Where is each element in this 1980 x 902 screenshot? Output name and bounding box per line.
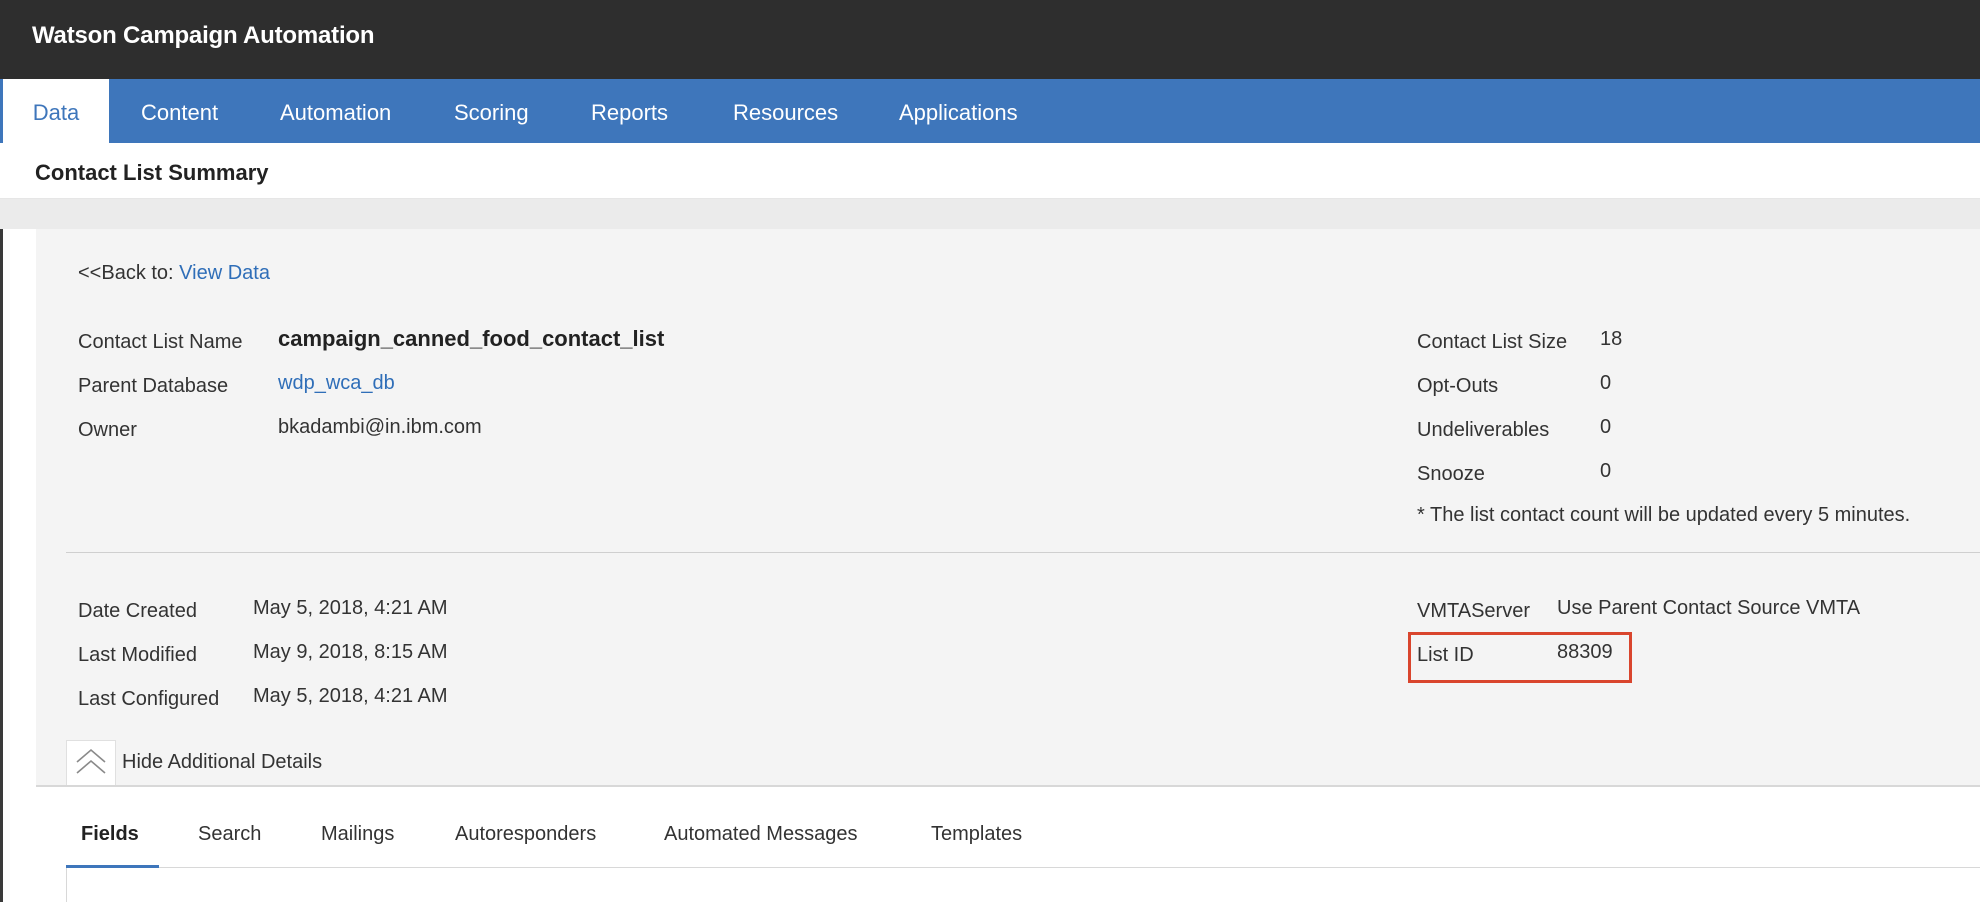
undeliverables-label: Undeliverables	[1417, 419, 1550, 441]
list-id-highlight	[1408, 632, 1632, 683]
last-configured-label: Last Configured	[78, 688, 220, 710]
list-size-value: 18	[1600, 328, 1623, 350]
breadcrumb: <<Back to: View Data	[78, 262, 270, 285]
nav-tab-content[interactable]: Content	[141, 79, 218, 143]
subtab-search[interactable]: Search	[198, 823, 261, 846]
last-modified-label: Last Modified	[78, 644, 197, 666]
undeliverables-value: 0	[1600, 416, 1612, 438]
app-header: Watson Campaign Automation	[0, 0, 1980, 79]
snooze-value: 0	[1600, 460, 1612, 482]
back-prefix: <<Back to:	[78, 262, 180, 284]
nav-tab-data[interactable]: Data	[3, 79, 109, 143]
list-name-value: campaign_canned_food_contact_list	[278, 326, 665, 351]
nav-tab-automation[interactable]: Automation	[280, 79, 391, 143]
parent-db-link[interactable]: wdp_wca_db	[278, 372, 395, 395]
hide-details-button[interactable]	[66, 740, 116, 786]
count-note: * The list contact count will be updated…	[1417, 504, 1911, 526]
snooze-label: Snooze	[1417, 463, 1485, 485]
list-name-label: Contact List Name	[78, 331, 243, 353]
section-divider	[66, 552, 1980, 553]
subtab-automated-messages[interactable]: Automated Messages	[664, 823, 857, 846]
nav-tab-reports[interactable]: Reports	[591, 79, 668, 143]
vmta-label: VMTAServer	[1417, 600, 1530, 622]
optouts-label: Opt-Outs	[1417, 375, 1499, 397]
double-chevron-up-icon	[74, 746, 108, 781]
date-created-label: Date Created	[78, 600, 197, 622]
view-data-link[interactable]: View Data	[179, 262, 270, 284]
page-title: Contact List Summary	[35, 160, 269, 185]
subtab-mailings[interactable]: Mailings	[321, 823, 394, 846]
app-title: Watson Campaign Automation	[32, 22, 375, 49]
nav-tab-applications[interactable]: Applications	[899, 79, 1018, 143]
list-size-label: Contact List Size	[1417, 331, 1568, 353]
hide-details-label[interactable]: Hide Additional Details	[122, 751, 322, 774]
subtab-fields[interactable]: Fields	[81, 823, 139, 846]
owner-value: bkadambi@in.ibm.com	[278, 416, 482, 438]
last-configured-value: May 5, 2018, 4:21 AM	[253, 685, 448, 707]
parent-db-label: Parent Database	[78, 375, 229, 397]
page-title-bar: Contact List Summary	[0, 143, 1980, 199]
owner-label: Owner	[78, 419, 137, 441]
optouts-value: 0	[1600, 372, 1612, 394]
vmta-value: Use Parent Contact Source VMTA	[1557, 597, 1861, 619]
fields-content-frame	[66, 868, 1980, 902]
last-modified-value: May 9, 2018, 8:15 AM	[253, 641, 448, 663]
nav-tab-scoring[interactable]: Scoring	[454, 79, 529, 143]
nav-tab-resources[interactable]: Resources	[733, 79, 838, 143]
main-nav: Data Content Automation Scoring Reports …	[0, 79, 1980, 143]
subtab-autoresponders[interactable]: Autoresponders	[455, 823, 596, 846]
content-gutter	[0, 199, 1980, 229]
date-created-value: May 5, 2018, 4:21 AM	[253, 597, 448, 619]
subtab-templates[interactable]: Templates	[931, 823, 1022, 846]
